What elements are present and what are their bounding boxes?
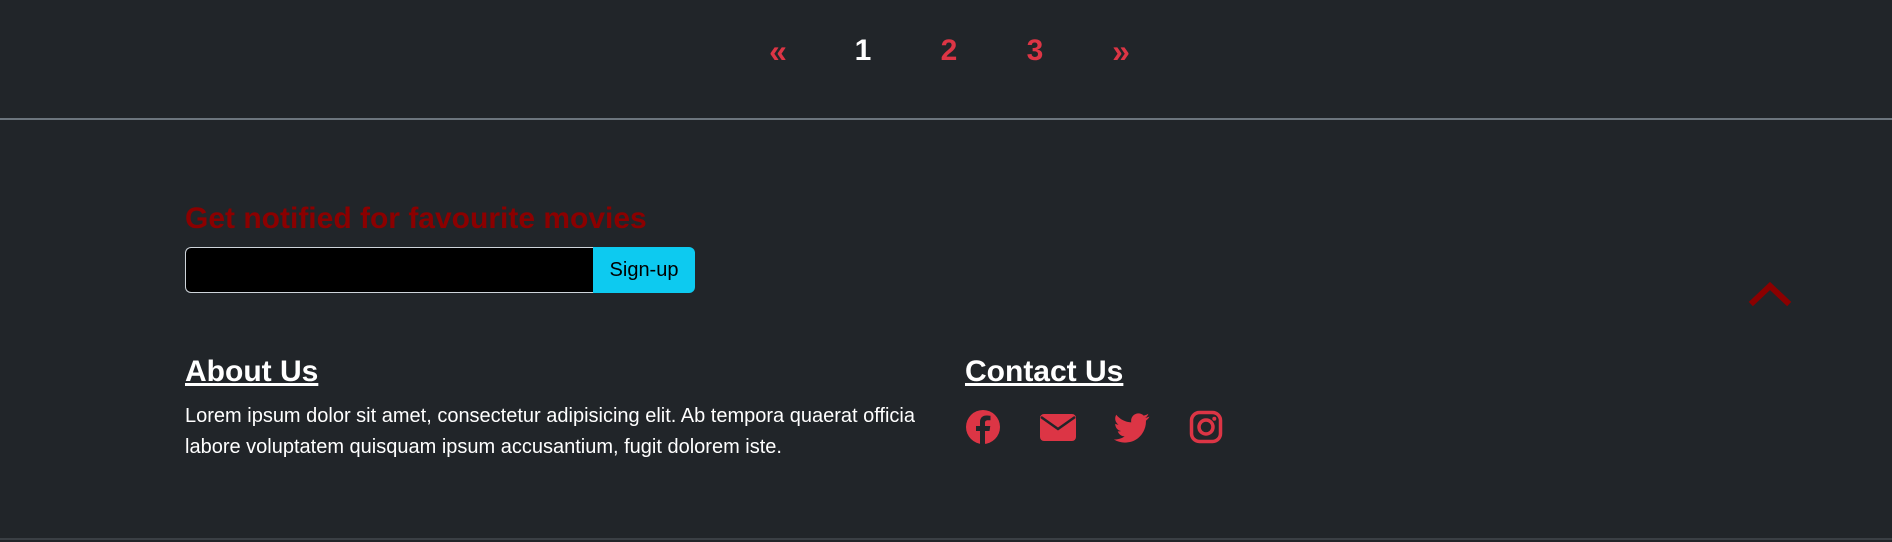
facebook-link[interactable] — [965, 409, 1001, 445]
facebook-icon — [966, 410, 1000, 444]
section-divider — [0, 118, 1892, 120]
bottom-divider — [0, 538, 1892, 540]
twitter-link[interactable] — [1114, 409, 1150, 445]
footer-page: « 1 2 3 » Get notified for favourite mov… — [0, 0, 1892, 542]
back-to-top-button[interactable] — [1748, 276, 1792, 312]
pagination-prev-button[interactable]: « — [756, 28, 800, 74]
chevron-up-icon — [1748, 281, 1792, 307]
about-text: Lorem ipsum dolor sit amet, consectetur … — [185, 405, 915, 458]
signup-button[interactable]: Sign-up — [593, 247, 695, 293]
envelope-icon — [1040, 414, 1076, 441]
newsletter-form: Sign-up — [185, 247, 695, 293]
pagination-page-1[interactable]: 1 — [841, 28, 885, 74]
pagination-page-2[interactable]: 2 — [927, 28, 971, 74]
about-heading: About Us — [185, 355, 319, 388]
contact-heading: Contact Us — [965, 355, 1124, 388]
email-link[interactable] — [1039, 409, 1076, 445]
pagination: « 1 2 3 » — [0, 28, 1892, 74]
twitter-icon — [1114, 413, 1150, 443]
instagram-icon — [1189, 410, 1223, 444]
newsletter-title: Get notified for favourite movies — [185, 202, 647, 235]
instagram-link[interactable] — [1188, 409, 1224, 445]
pagination-next-button[interactable]: » — [1099, 28, 1143, 74]
newsletter-email-input[interactable] — [185, 247, 593, 293]
pagination-page-3[interactable]: 3 — [1013, 28, 1057, 74]
social-links — [965, 409, 1265, 445]
